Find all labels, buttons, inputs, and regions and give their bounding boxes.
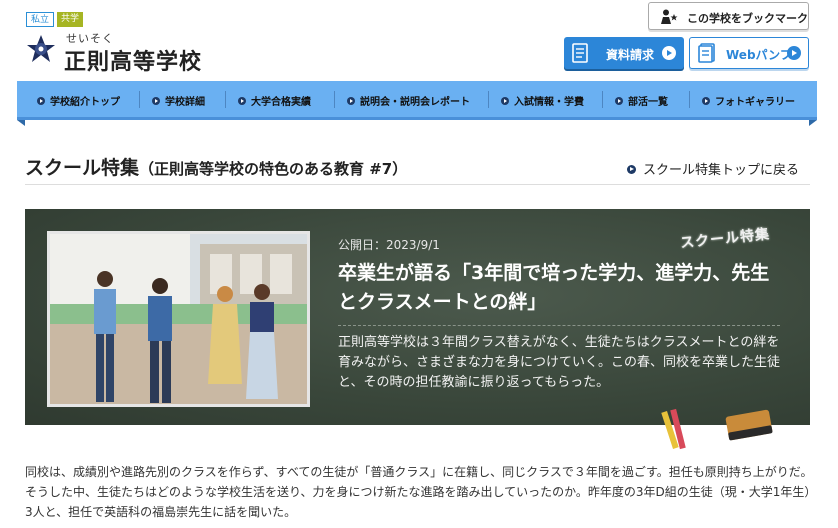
bookmark-label: この学校をブックマーク <box>687 12 808 25</box>
chalk-feature-label: スクール特集 <box>679 226 771 252</box>
arrow-right-icon <box>238 97 246 105</box>
arrow-right-icon <box>702 97 710 105</box>
nav-divider <box>488 91 489 108</box>
feature-title: 卒業生が語る「3年間で培った学力、進学力、先生とクラスメートとの絆」 <box>338 262 770 313</box>
arrow-right-icon <box>662 46 676 60</box>
doc-request-label: 資料請求 <box>606 48 655 62</box>
nav-item-university-results[interactable]: 大学合格実績 <box>238 93 311 108</box>
document-icon <box>572 43 588 63</box>
school-emblem-icon[interactable] <box>26 34 56 64</box>
arrow-right-icon <box>501 97 509 105</box>
nav-item-school-top[interactable]: 学校紹介トップ <box>37 93 120 108</box>
back-to-features-link[interactable]: スクール特集トップに戻る <box>627 159 799 178</box>
dashed-divider <box>338 325 780 326</box>
arrow-right-icon <box>37 97 45 105</box>
publish-date: 公開日：2023/9/1 <box>338 238 440 252</box>
pamphlet-icon <box>698 43 715 63</box>
nav-divider <box>689 91 690 108</box>
arrow-right-icon <box>627 165 636 174</box>
arrow-right-icon <box>615 97 623 105</box>
eraser-icon <box>725 409 773 441</box>
school-name[interactable]: 正則高等学校 <box>64 44 202 76</box>
bookmark-person-icon <box>661 9 678 24</box>
nav-item-clubs[interactable]: 部活一覧 <box>615 93 668 108</box>
coed-tag: 共学 <box>57 12 84 27</box>
nav-divider <box>602 91 603 108</box>
chalk-icon <box>661 408 686 450</box>
nav-item-admissions[interactable]: 入試情報・学費 <box>501 93 584 108</box>
page-title: スクール特集（正則高等学校の特色のある教育 #7） <box>25 157 408 179</box>
site-header: 私立 共学 せいそく 正則高等学校 この学校をブックマーク 資料請求 Webパン… <box>0 0 838 80</box>
private-tag: 私立 <box>26 12 55 27</box>
nav-divider <box>225 91 226 108</box>
doc-request-button[interactable]: 資料請求 <box>564 37 684 69</box>
nav-item-school-details[interactable]: 学校詳細 <box>152 93 205 108</box>
feature-photo <box>47 231 310 407</box>
nav-item-info-sessions[interactable]: 説明会・説明会レポート <box>347 93 470 108</box>
students-photo-illustration <box>50 234 307 404</box>
web-pamphlet-label: Webパンフ <box>726 48 792 62</box>
article-intro: 同校は、成績別や進路先別のクラスを作らず、すべての生徒が「普通クラス」に在籍し、… <box>25 465 813 519</box>
page-subtitle: （正則高等学校の特色のある教育 #7） <box>139 160 408 178</box>
arrow-right-icon <box>152 97 160 105</box>
nav-divider <box>334 91 335 108</box>
nav-item-photo-gallery[interactable]: フォトギャラリー <box>702 93 795 108</box>
feature-description: 正則高等学校は３年間クラス替えがなく、生徒たちはクラスメートとの絆を育みながら、… <box>338 335 781 390</box>
arrow-right-icon <box>347 97 355 105</box>
main-nav: 学校紹介トップ 学校詳細 大学合格実績 説明会・説明会レポート 入試情報・学費 … <box>17 81 817 126</box>
bookmark-button[interactable]: この学校をブックマーク <box>648 2 809 30</box>
feature-board: スクール特集 公開日：2023/9/1 卒業生が語る「3年間で培った学力、進学力… <box>25 209 810 450</box>
title-divider <box>25 184 810 185</box>
web-pamphlet-button[interactable]: Webパンフ <box>689 37 809 69</box>
arrow-right-icon <box>787 46 801 60</box>
nav-divider <box>139 91 140 108</box>
